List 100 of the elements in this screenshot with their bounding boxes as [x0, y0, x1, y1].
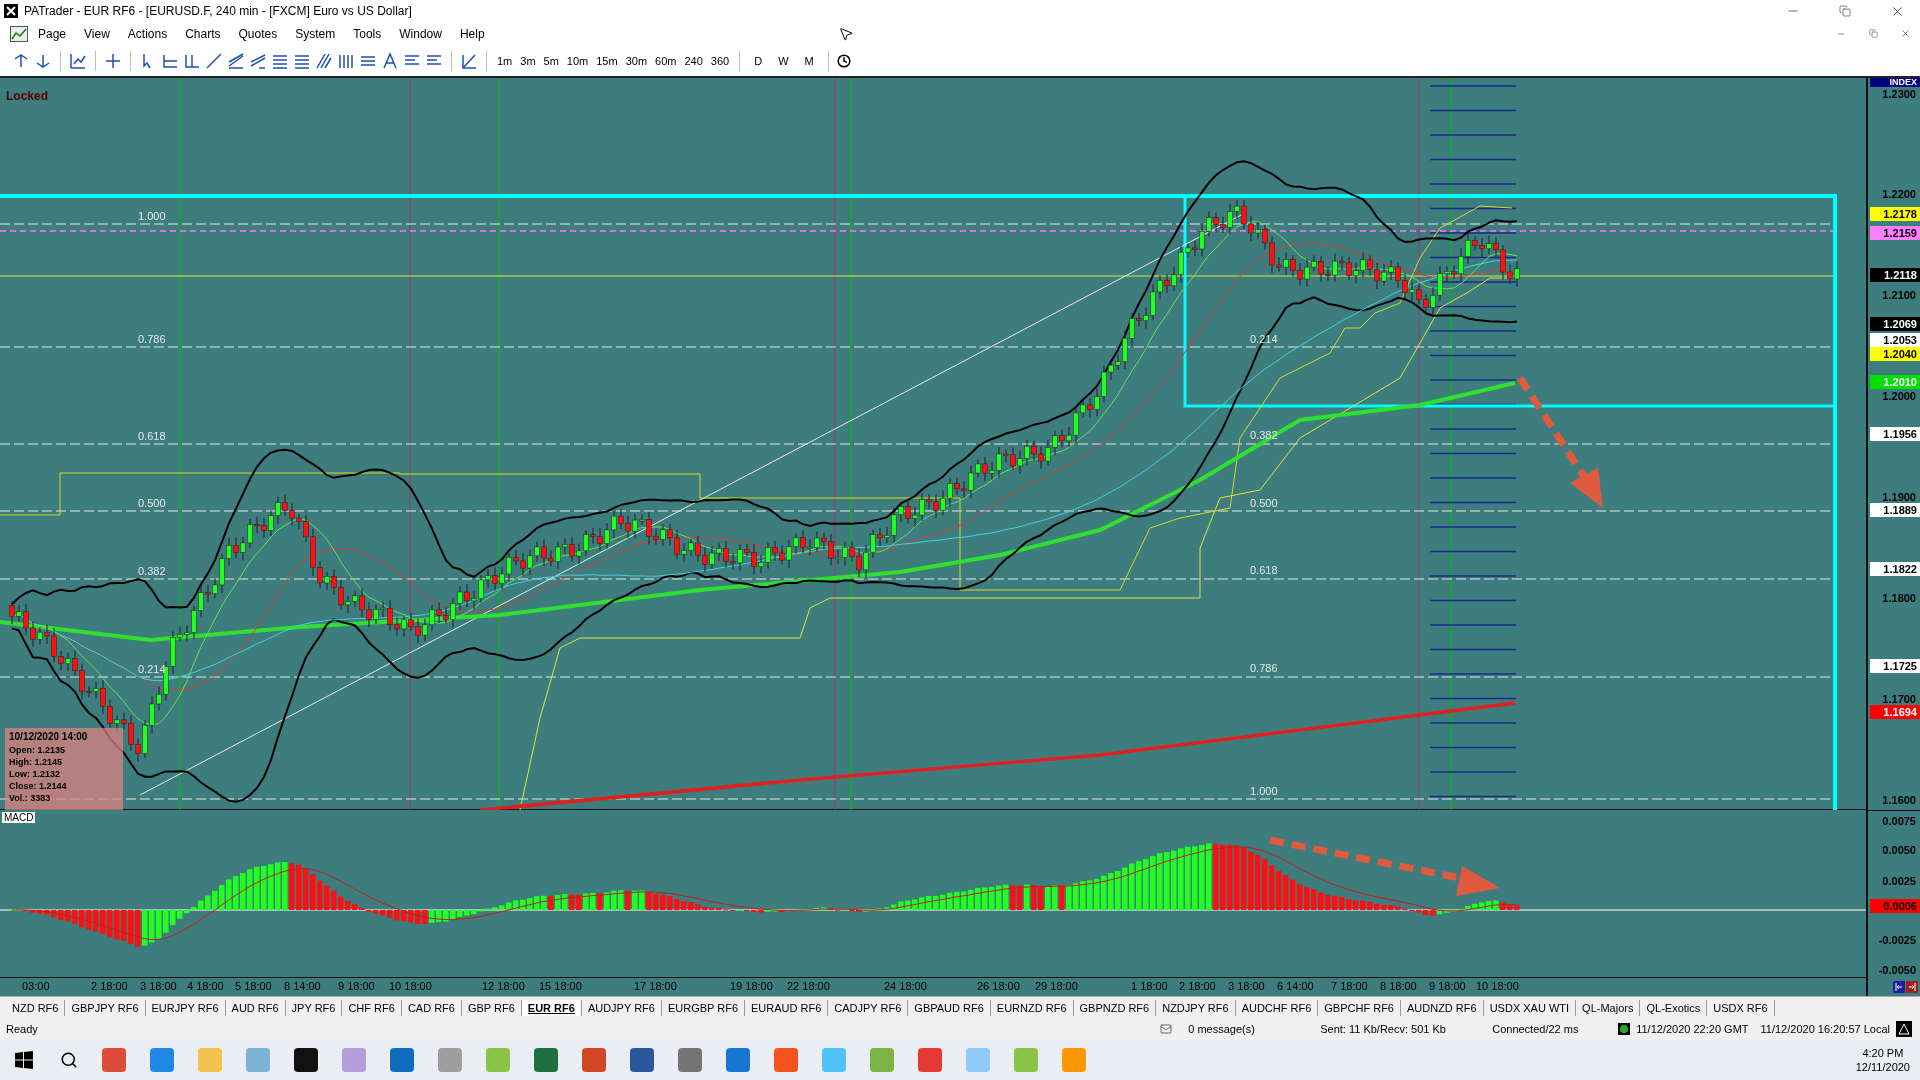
time-axis-label: 9 18:00	[338, 979, 375, 992]
menu-item[interactable]: Actions	[119, 23, 176, 44]
symbol-tab[interactable]: AUDNZD RF6	[1401, 999, 1484, 1016]
symbol-tab[interactable]: USDX XAU WTI	[1483, 999, 1577, 1016]
symbol-tab[interactable]: EUR RF6	[521, 999, 582, 1016]
symbol-tab[interactable]: EURGBP RF6	[661, 999, 745, 1016]
time-axis-label: 2 18:00	[1179, 979, 1216, 992]
timeframe-button[interactable]: 10m	[564, 52, 591, 69]
chart-tool-icon[interactable]	[205, 51, 223, 70]
period-button[interactable]: M	[802, 52, 816, 69]
search-icon[interactable]	[60, 1051, 78, 1070]
menu-item[interactable]: Charts	[177, 23, 229, 44]
timeframe-button[interactable]: 3m	[518, 52, 538, 69]
taskbar-app-icon[interactable]	[630, 1048, 654, 1073]
symbol-tab[interactable]: AUDCHF RF6	[1235, 999, 1319, 1016]
menu-item[interactable]: Tools	[345, 23, 390, 44]
timeframe-button[interactable]: 360	[708, 52, 732, 69]
price-axis-label: 1.2000	[1882, 390, 1916, 403]
clock-icon[interactable]	[836, 53, 851, 68]
price-axis-label: 1.1600	[1882, 793, 1916, 806]
macd-axis-label: -0.0050	[1878, 963, 1916, 976]
price-axis-label: 1.1800	[1882, 591, 1916, 604]
price-marker: 1.2178	[1870, 206, 1920, 221]
chart-page-icon	[10, 25, 28, 42]
macd-axis-label: 0.0075	[1882, 814, 1916, 827]
symbol-tab[interactable]: QL-Majors	[1576, 999, 1641, 1016]
fibonacci-level-label: 1.000	[1250, 784, 1278, 797]
macd-value-marker: 0.0006	[1870, 898, 1920, 913]
fibonacci-level-label: 0.786	[1250, 661, 1278, 674]
price-marker: 1.1956	[1870, 426, 1920, 441]
price-axis-label: 1.1900	[1882, 491, 1916, 504]
symbol-tab[interactable]: USDX RF6	[1707, 999, 1775, 1016]
start-icon[interactable]	[15, 1051, 33, 1070]
fibonacci-level-label: 0.618	[138, 429, 166, 442]
price-axis-label: 1.2100	[1882, 289, 1916, 302]
timeframe-button[interactable]: 30m	[623, 52, 650, 69]
menu-item[interactable]: View	[76, 23, 118, 44]
price-marker: 1.1822	[1870, 561, 1920, 576]
symbol-tab[interactable]: GBPJPY RF6	[65, 999, 146, 1016]
price-axis-label: 1.2300	[1882, 87, 1916, 100]
symbol-tab[interactable]: CHF RF6	[342, 999, 402, 1016]
symbol-tab[interactable]: CAD RF6	[401, 999, 462, 1016]
candle-date: 10/12/2020 14:00	[9, 729, 89, 744]
menu-item[interactable]: Window	[391, 23, 450, 44]
period-button[interactable]: D	[752, 52, 765, 69]
scroll-left-icon[interactable]	[1893, 980, 1905, 993]
timeframe-button[interactable]: 60m	[653, 52, 679, 69]
chart-tool-icon[interactable]	[249, 51, 267, 70]
period-button[interactable]: W	[776, 52, 791, 69]
time-axis-label: 5 18:00	[235, 979, 272, 992]
symbol-tab[interactable]: AUDJPY RF6	[581, 999, 662, 1016]
price-axis-label: 1.1700	[1882, 692, 1916, 705]
window-title: PATrader - EUR RF6 - [EURUSD.F, 240 min - [FXCM] Euro vs US Dollar]	[24, 4, 413, 18]
fibonacci-level-label: 0.500	[1250, 496, 1278, 509]
symbol-tab[interactable]: CADJPY RF6	[828, 999, 909, 1016]
timeframe-button[interactable]: 1m	[495, 52, 515, 69]
chart-tool-icon[interactable]	[12, 51, 30, 70]
menu-item[interactable]: Page	[30, 23, 75, 44]
taskbar-app-icon[interactable]	[294, 1048, 318, 1073]
index-label: INDEX	[1870, 77, 1920, 87]
symbol-tab[interactable]: NZD RF6	[6, 999, 66, 1016]
macd-label: MACD	[2, 811, 36, 823]
scroll-right-icon[interactable]	[1906, 980, 1918, 993]
symbol-tab[interactable]: GBPCHF RF6	[1318, 999, 1401, 1016]
connection-status-icon	[1618, 1023, 1631, 1036]
mail-icon	[1160, 1023, 1173, 1036]
symbol-tab[interactable]: NZDJPY RF6	[1156, 999, 1236, 1016]
symbol-tab[interactable]: GBPAUD RF6	[908, 999, 991, 1016]
time-axis-label: 24 18:00	[884, 979, 927, 992]
restore-icon	[1839, 5, 1851, 17]
chart-status-label: Locked	[6, 88, 48, 103]
timeframe-button[interactable]: 5m	[541, 52, 561, 69]
chart-tool-icon[interactable]	[381, 51, 399, 70]
timeframe-button[interactable]: 15m	[594, 52, 620, 69]
symbol-tab[interactable]: AUD RF6	[225, 999, 286, 1016]
chart-tool-icon[interactable]	[227, 51, 245, 70]
symbol-tab[interactable]: EURAUD RF6	[745, 999, 829, 1016]
chart-tool-icon[interactable]	[104, 51, 122, 70]
chart-tool-icon[interactable]	[69, 51, 87, 70]
taskbar-time: 4:20 PM	[1861, 1046, 1905, 1061]
symbol-tab[interactable]: GBPNZD RF6	[1073, 999, 1157, 1016]
symbol-tab[interactable]: QL-Exotics	[1640, 999, 1708, 1016]
menu-item[interactable]: Quotes	[230, 23, 286, 44]
menu-item[interactable]: Help	[451, 23, 493, 44]
symbol-tab[interactable]: EURNZD RF6	[990, 999, 1074, 1016]
macd-axis-label: -0.0025	[1878, 933, 1916, 946]
chart-tool-icon[interactable]	[315, 51, 333, 70]
time-axis-label: 10 18:00	[1476, 979, 1519, 992]
time-axis-label: 19 18:00	[730, 979, 773, 992]
price-axis-label: 1.2200	[1882, 188, 1916, 201]
time-axis-label: 2 18:00	[91, 979, 128, 992]
candle-info-line: High: 1.2145	[9, 755, 64, 768]
macd-axis-label: 0.0025	[1882, 874, 1916, 887]
time-axis-label: 03:00	[22, 979, 50, 992]
symbol-tab[interactable]: GBP RF6	[461, 999, 522, 1016]
time-axis-label: 26 18:00	[977, 979, 1020, 992]
symbol-tab[interactable]: JPY RF6	[285, 999, 343, 1016]
symbol-tab[interactable]: EURJPY RF6	[145, 999, 226, 1016]
menu-item[interactable]: System	[287, 23, 344, 44]
timeframe-button[interactable]: 240	[682, 52, 705, 69]
